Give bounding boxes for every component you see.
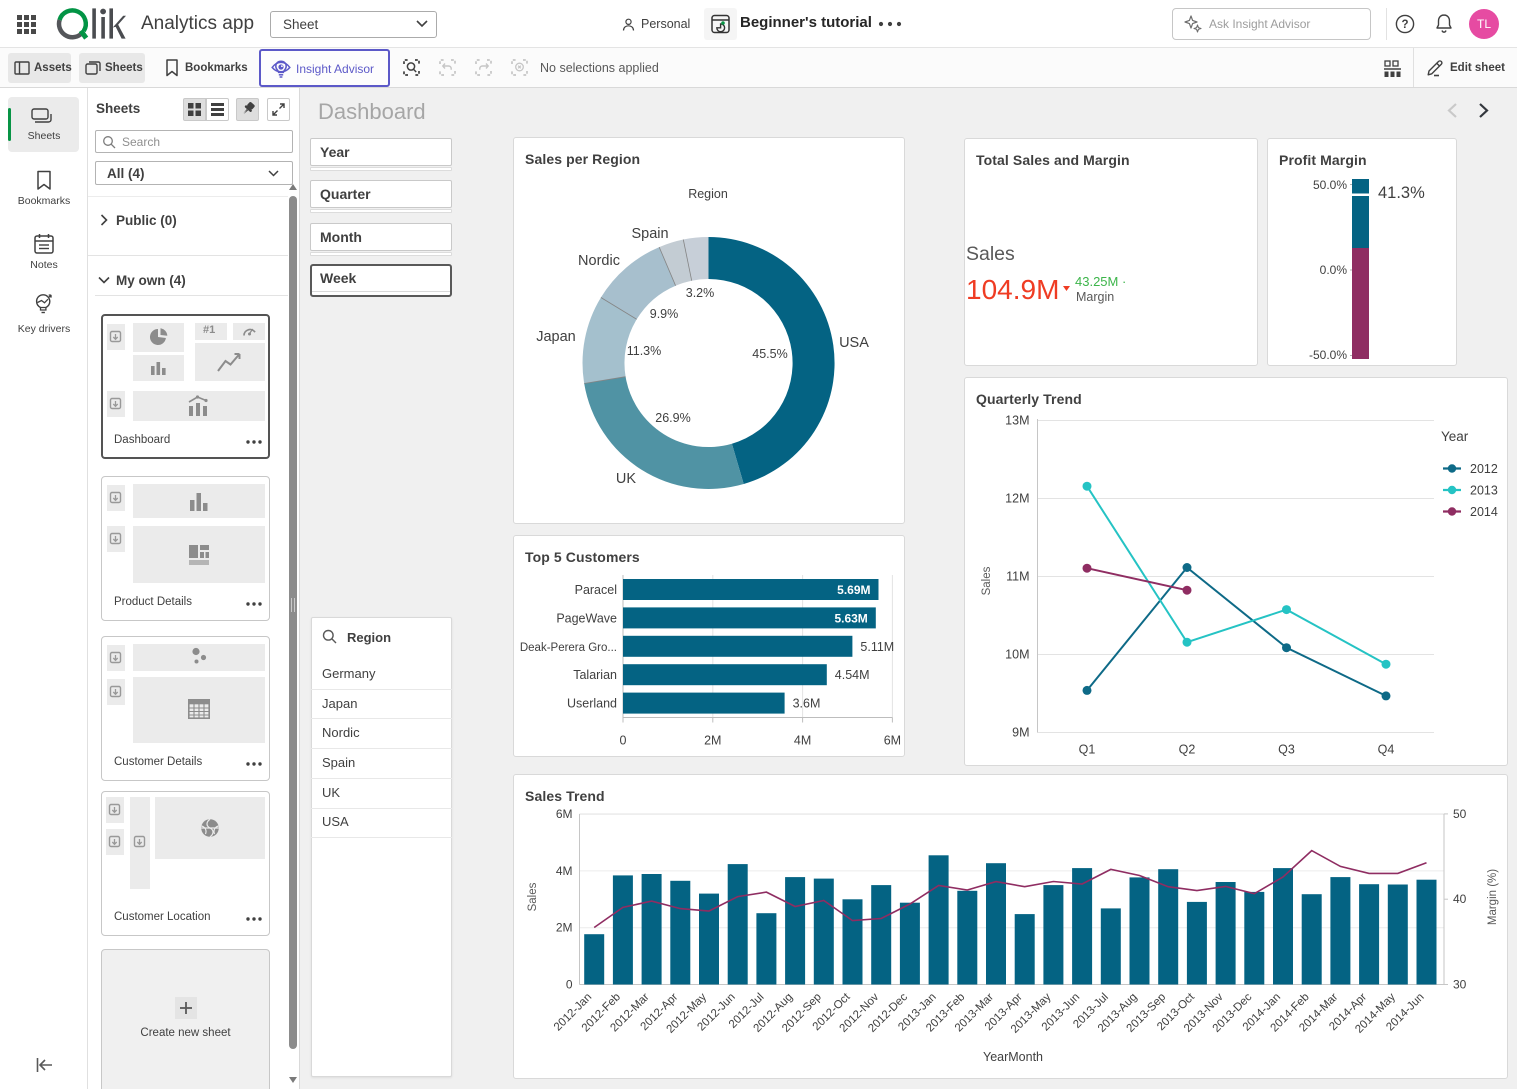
- svg-text:2M: 2M: [556, 921, 573, 935]
- svg-text:5.11M: 5.11M: [860, 640, 894, 654]
- svg-text:6M: 6M: [556, 807, 573, 821]
- svg-text:9M: 9M: [1012, 726, 1029, 740]
- svg-text:50: 50: [1453, 807, 1467, 821]
- svg-text:3.2%: 3.2%: [686, 286, 715, 300]
- svg-text:Sales: Sales: [981, 566, 993, 595]
- svg-text:-50.0%: -50.0%: [1309, 348, 1347, 362]
- svg-text:41.3%: 41.3%: [1378, 184, 1425, 202]
- svg-text:Japan: Japan: [536, 329, 576, 345]
- svg-text:Spain: Spain: [631, 226, 668, 242]
- svg-text:30: 30: [1453, 978, 1467, 992]
- svg-text:3.6M: 3.6M: [793, 697, 821, 711]
- svg-text:PageWave: PageWave: [556, 611, 617, 625]
- svg-text:0: 0: [566, 978, 573, 992]
- svg-text:2014: 2014: [1470, 505, 1498, 519]
- svg-text:USA: USA: [839, 335, 869, 351]
- svg-text:Talarian: Talarian: [573, 668, 617, 682]
- svg-text:UK: UK: [616, 471, 636, 487]
- svg-text:Year: Year: [1441, 429, 1469, 444]
- svg-text:Deak-Perera Gro...: Deak-Perera Gro...: [520, 642, 617, 654]
- svg-text:Sales: Sales: [527, 882, 539, 911]
- svg-text:Userland: Userland: [567, 697, 617, 711]
- svg-text:4.54M: 4.54M: [835, 668, 870, 682]
- svg-text:45.5%: 45.5%: [752, 347, 787, 361]
- svg-text:11.3%: 11.3%: [627, 344, 662, 358]
- svg-text:2012: 2012: [1470, 462, 1498, 476]
- svg-text:Q3: Q3: [1278, 743, 1295, 757]
- svg-text:0.0%: 0.0%: [1320, 263, 1348, 277]
- svg-text:YearMonth: YearMonth: [983, 1050, 1043, 1064]
- svg-text:5.69M: 5.69M: [837, 583, 870, 597]
- svg-text:2013: 2013: [1470, 484, 1498, 498]
- svg-text:50.0%: 50.0%: [1313, 178, 1347, 192]
- svg-text:5.63M: 5.63M: [834, 611, 867, 625]
- svg-text:13M: 13M: [1005, 414, 1029, 428]
- svg-text:Margin (%): Margin (%): [1487, 869, 1499, 925]
- svg-text:12M: 12M: [1005, 492, 1029, 506]
- svg-text:Paracel: Paracel: [575, 583, 617, 597]
- svg-text:Q1: Q1: [1079, 743, 1096, 757]
- svg-text:0: 0: [620, 734, 627, 748]
- svg-text:9.9%: 9.9%: [650, 307, 679, 321]
- svg-text:Q2: Q2: [1179, 743, 1196, 757]
- svg-text:Q4: Q4: [1378, 743, 1395, 757]
- svg-text:6M: 6M: [884, 734, 901, 748]
- svg-text:10M: 10M: [1005, 648, 1029, 662]
- svg-text:Region: Region: [688, 187, 728, 201]
- svg-text:?: ?: [1401, 19, 1408, 31]
- svg-text:26.9%: 26.9%: [655, 411, 690, 425]
- svg-text:Nordic: Nordic: [578, 253, 620, 269]
- svg-text:40: 40: [1453, 892, 1467, 906]
- svg-text:2M: 2M: [704, 734, 721, 748]
- svg-text:11M: 11M: [1006, 570, 1029, 584]
- svg-text:4M: 4M: [556, 864, 573, 878]
- svg-text:4M: 4M: [794, 734, 811, 748]
